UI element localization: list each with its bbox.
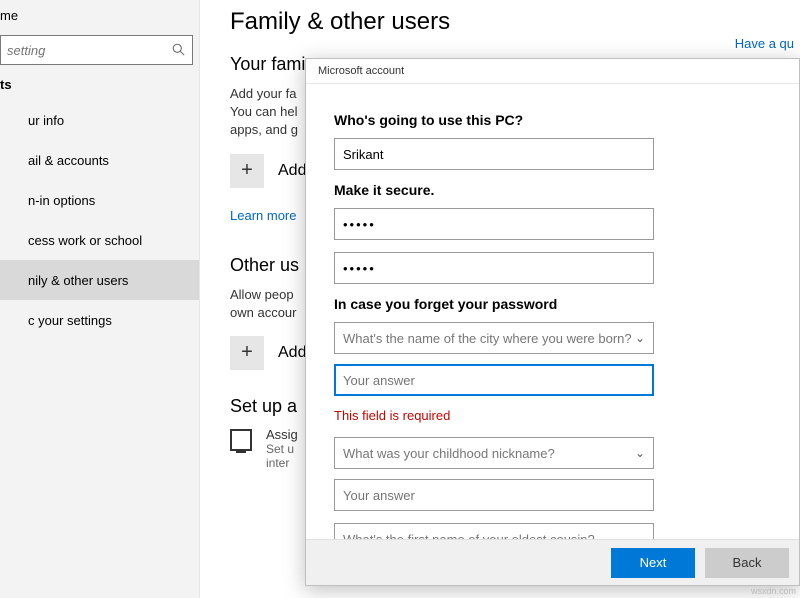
mail-icon bbox=[0, 152, 16, 168]
monitor-icon bbox=[230, 429, 252, 451]
sidebar-item-sync-settings[interactable]: c your settings bbox=[0, 300, 199, 340]
nav-label: ur info bbox=[28, 113, 64, 128]
settings-sidebar: me ts ur info ail & accounts n-in option… bbox=[0, 0, 200, 598]
back-button[interactable]: Back bbox=[705, 548, 789, 578]
username-input[interactable] bbox=[334, 138, 654, 170]
security-answer-2-input[interactable] bbox=[334, 479, 654, 511]
next-button[interactable]: Next bbox=[611, 548, 695, 578]
validation-error: This field is required bbox=[334, 408, 771, 423]
sidebar-item-signin-options[interactable]: n-in options bbox=[0, 180, 199, 220]
info-icon bbox=[0, 112, 16, 128]
security-answer-1-input[interactable] bbox=[334, 364, 654, 396]
plus-icon: + bbox=[230, 336, 264, 370]
page-title: Family & other users bbox=[230, 8, 800, 36]
sidebar-item-family-users[interactable]: nily & other users bbox=[0, 260, 199, 300]
dialog-footer: Next Back bbox=[306, 539, 799, 585]
learn-more-link[interactable]: Learn more bbox=[230, 208, 296, 223]
chevron-down-icon: ⌄ bbox=[635, 446, 645, 460]
nav-label: c your settings bbox=[28, 313, 112, 328]
nav-label: nily & other users bbox=[28, 273, 128, 288]
assign-sub2: inter bbox=[266, 456, 298, 470]
sidebar-section-header: ts bbox=[0, 77, 199, 92]
key-icon bbox=[0, 192, 16, 208]
password-input[interactable] bbox=[334, 208, 654, 240]
home-link[interactable]: me bbox=[0, 0, 199, 29]
nav-label: n-in options bbox=[28, 193, 95, 208]
briefcase-icon bbox=[0, 232, 16, 248]
sidebar-item-your-info[interactable]: ur info bbox=[0, 100, 199, 140]
select-value: What was your childhood nickname? bbox=[343, 446, 555, 461]
plus-icon: + bbox=[230, 154, 264, 188]
nav-label: cess work or school bbox=[28, 233, 142, 248]
add-family-label: Add bbox=[278, 162, 306, 180]
add-other-label: Add bbox=[278, 344, 306, 362]
chevron-down-icon: ⌄ bbox=[635, 331, 645, 345]
nav-label: ail & accounts bbox=[28, 153, 109, 168]
sidebar-item-email-accounts[interactable]: ail & accounts bbox=[0, 140, 199, 180]
username-label: Who's going to use this PC? bbox=[334, 112, 771, 128]
microsoft-account-dialog: Microsoft account Who's going to use thi… bbox=[305, 58, 800, 586]
people-icon bbox=[0, 272, 16, 288]
search-wrapper bbox=[0, 35, 193, 65]
have-question-link[interactable]: Have a qu bbox=[735, 36, 794, 51]
security-question-label: In case you forget your password bbox=[334, 296, 771, 312]
assign-text: Assig Set u inter bbox=[266, 427, 298, 470]
sidebar-item-work-school[interactable]: cess work or school bbox=[0, 220, 199, 260]
dialog-body: Who's going to use this PC? Make it secu… bbox=[306, 84, 799, 555]
assign-title: Assig bbox=[266, 427, 298, 442]
dialog-title: Microsoft account bbox=[306, 59, 799, 84]
security-question-2-select[interactable]: What was your childhood nickname? ⌄ bbox=[334, 437, 654, 469]
assign-sub1: Set u bbox=[266, 442, 298, 456]
sync-icon bbox=[0, 312, 16, 328]
search-input[interactable] bbox=[0, 35, 193, 65]
select-value: What's the name of the city where you we… bbox=[343, 331, 632, 346]
confirm-password-input[interactable] bbox=[334, 252, 654, 284]
watermark: wsxdn.com bbox=[751, 586, 796, 596]
security-question-1-select[interactable]: What's the name of the city where you we… bbox=[334, 322, 654, 354]
password-label: Make it secure. bbox=[334, 182, 771, 198]
home-label: me bbox=[0, 8, 18, 23]
